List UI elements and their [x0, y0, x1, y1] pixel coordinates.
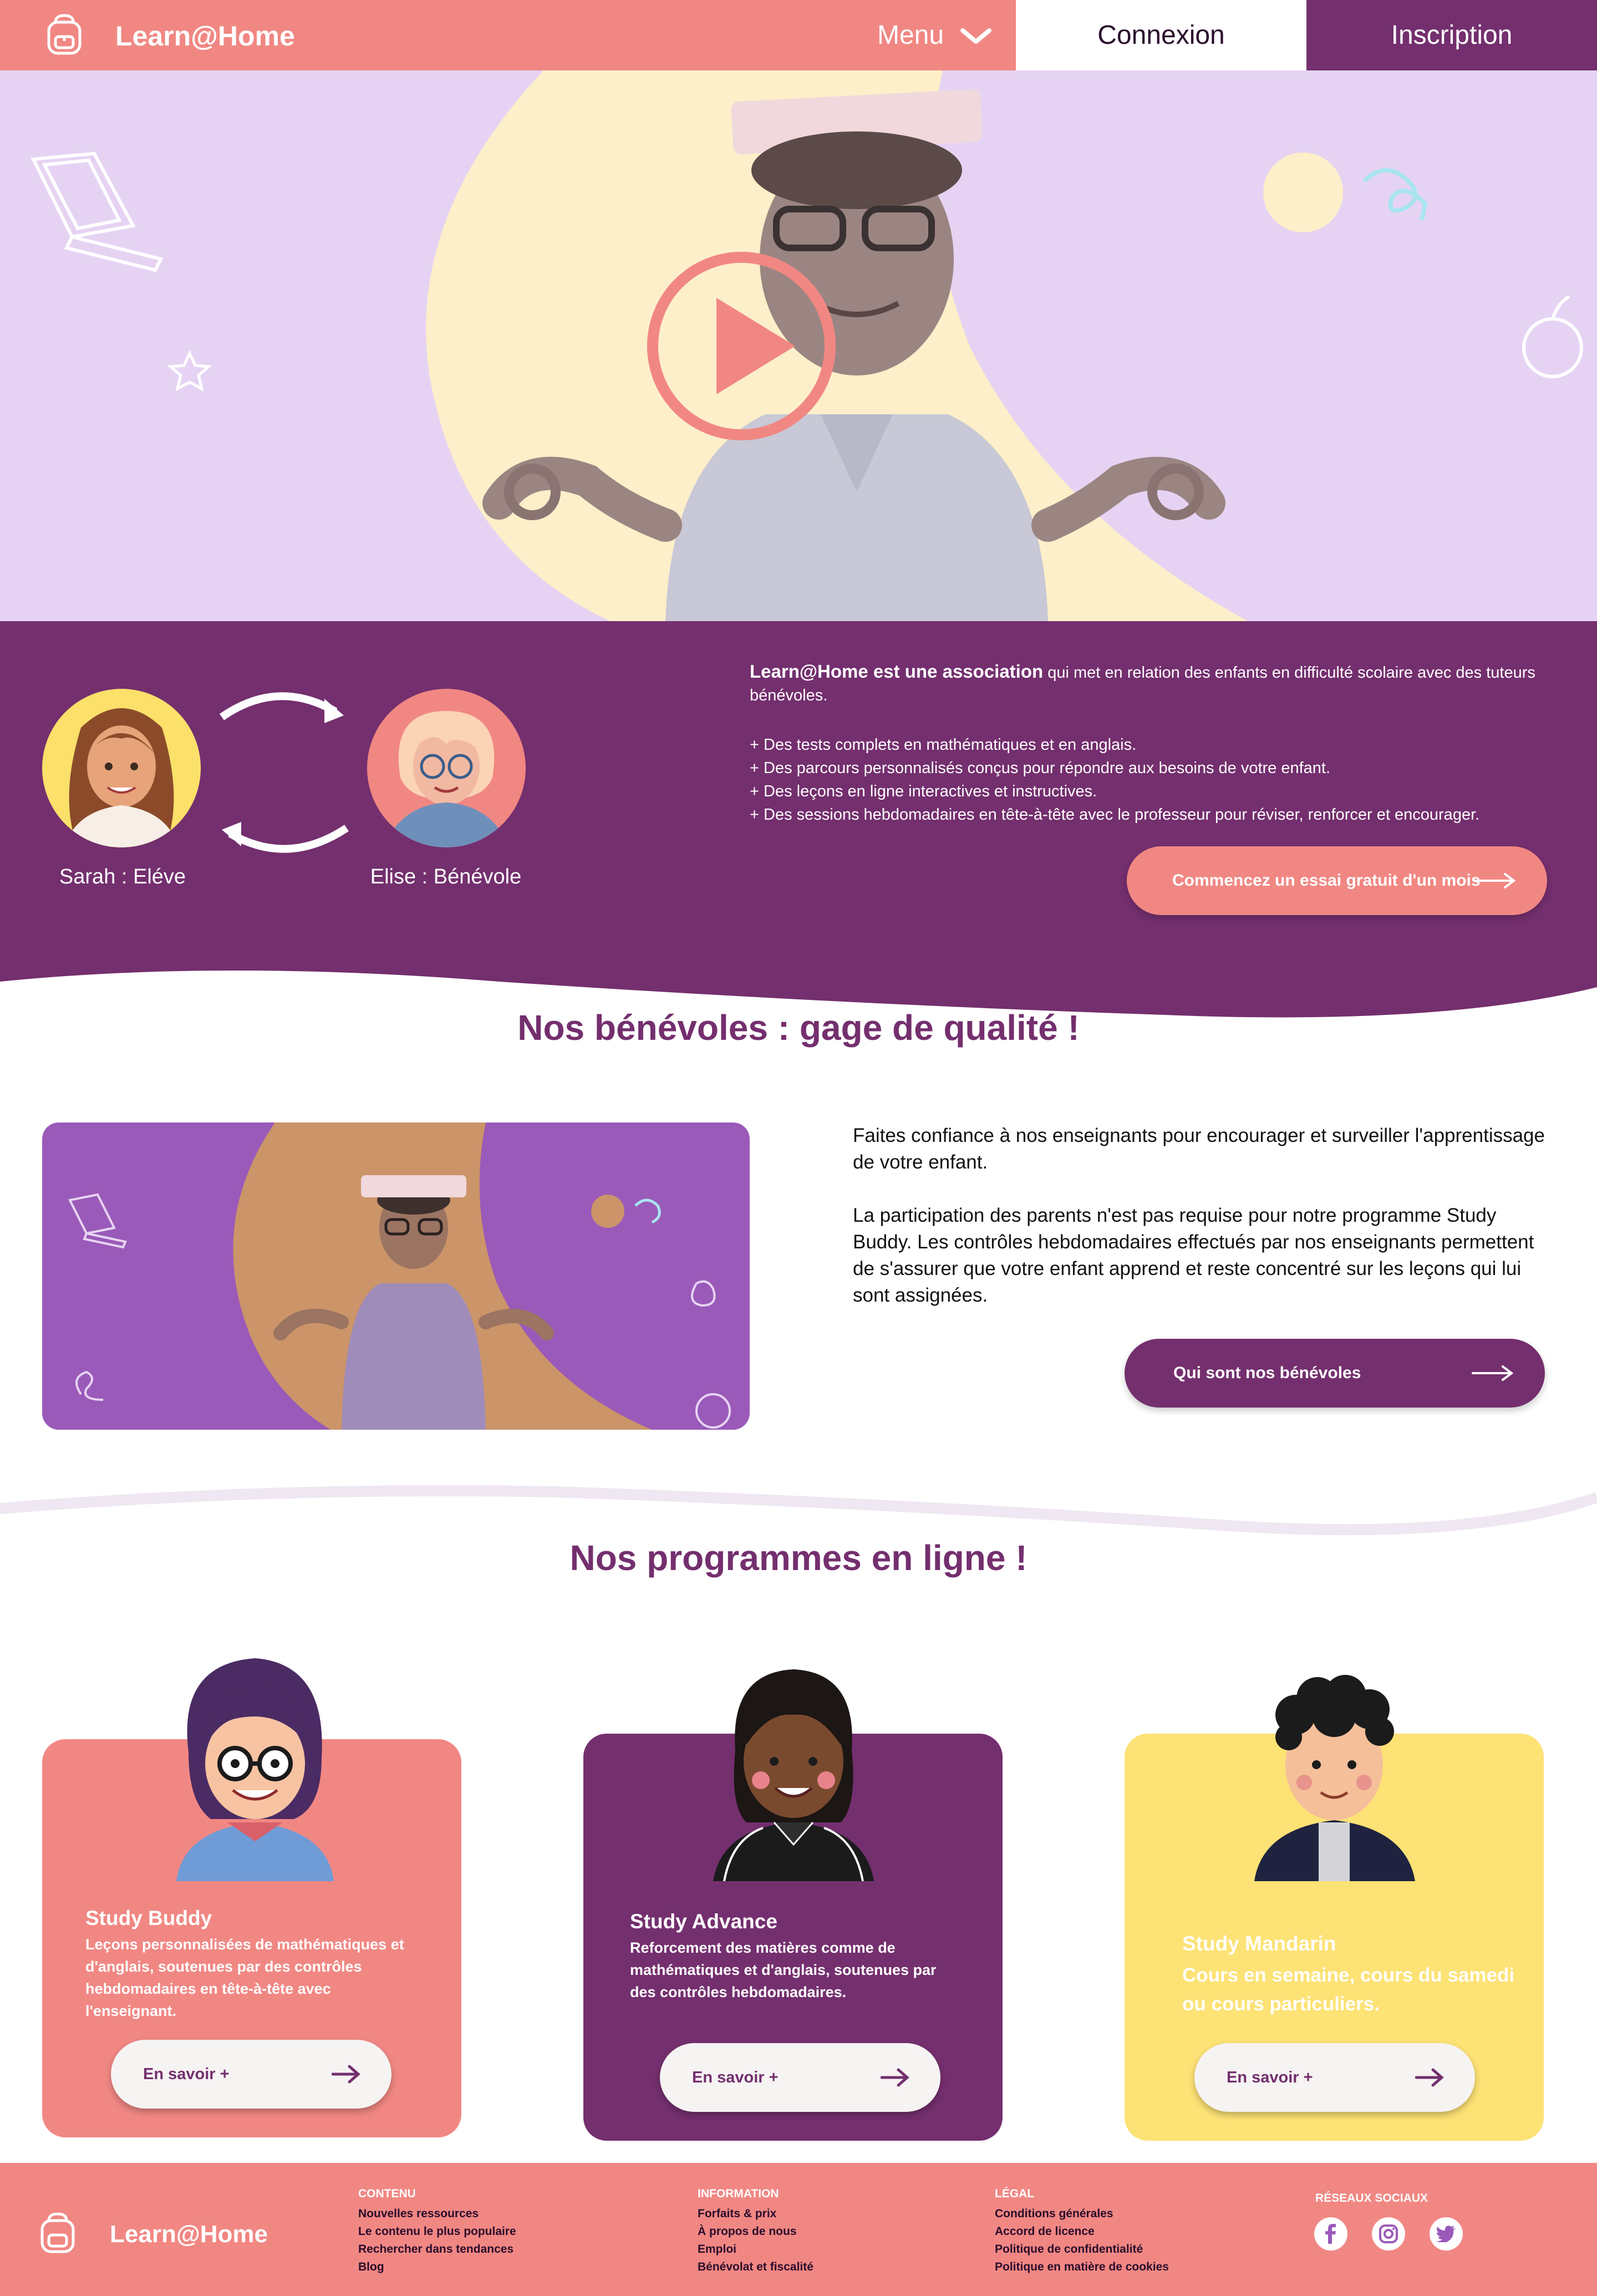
intro-description: Learn@Home est une association qui met e…: [750, 660, 1543, 707]
learn-more-button[interactable]: En savoir +: [111, 2040, 391, 2109]
backpack-logo-icon[interactable]: [37, 2211, 79, 2255]
boy-curly-avatar: [1254, 1675, 1415, 1881]
menu-label: Menu: [877, 21, 944, 50]
learn-more-label: En savoir +: [1227, 2068, 1313, 2086]
feature-item: + Des tests complets en mathématiques et…: [750, 736, 1137, 754]
program-description: Cours en semaine, cours du samedi ou cou…: [1182, 1964, 1515, 2015]
program-name: Study Buddy: [85, 1907, 212, 1929]
backpack-logo-icon[interactable]: [43, 12, 85, 57]
chevron-down-icon: [960, 28, 992, 44]
boy-braids-avatar: [713, 1669, 874, 1881]
learn-more-label: En savoir +: [692, 2068, 779, 2086]
play-icon[interactable]: [645, 250, 837, 442]
feature-item: + Des leçons en ligne interactives et in…: [750, 783, 1097, 800]
learn-more-label: En savoir +: [143, 2065, 230, 2083]
social-heading: RÉSEAUX SOCIAUX: [1315, 2192, 1428, 2204]
avatar-student: [42, 689, 201, 847]
volunteers-image: [42, 1122, 750, 1430]
footer-brand[interactable]: Learn@Home: [110, 2221, 268, 2248]
footer-link[interactable]: Le contenu le plus populaire: [358, 2223, 516, 2241]
arrow-right-icon: [1474, 873, 1516, 888]
volunteers-paragraph-2: La participation des parents n'est pas r…: [853, 1205, 1534, 1306]
footer-column-information: INFORMATION Forfaits & prix À propos de …: [698, 2187, 813, 2276]
feature-list: + Des tests complets en mathématiques et…: [750, 733, 1543, 826]
footer-link[interactable]: Accord de licence: [995, 2223, 1169, 2241]
arrow-right-icon: [881, 2068, 909, 2087]
volunteers-text: Faites confiance à nos enseignants pour …: [853, 1122, 1546, 1309]
learn-more-button[interactable]: En savoir +: [1194, 2043, 1475, 2112]
hero-video[interactable]: [0, 70, 1597, 621]
footer-heading: INFORMATION: [698, 2187, 779, 2200]
brand-name[interactable]: Learn@Home: [115, 20, 295, 52]
arrow-right-icon: [1472, 1365, 1514, 1381]
social-links: [1314, 2217, 1463, 2251]
footer-link[interactable]: Blog: [358, 2258, 516, 2276]
footer-column-content: CONTENU Nouvelles ressources Le contenu …: [358, 2187, 516, 2276]
footer-link[interactable]: Rechercher dans tendances: [358, 2241, 516, 2258]
footer-link[interactable]: Nouvelles ressources: [358, 2205, 516, 2223]
free-trial-label: Commencez un essai gratuit d'un mois: [1172, 871, 1481, 890]
who-are-volunteers-label: Qui sont nos bénévoles: [1173, 1364, 1361, 1382]
programs-title: Nos programmes en ligne !: [569, 1538, 1028, 1578]
volunteers-title: Nos bénévoles : gage de qualité !: [517, 1008, 1080, 1048]
login-button[interactable]: Connexion: [1016, 0, 1306, 70]
student-caption: Sarah : Eléve: [59, 865, 186, 888]
volunteer-caption: Elise : Bénévole: [370, 865, 522, 888]
learn-more-button[interactable]: En savoir +: [660, 2043, 940, 2112]
exchange-arrows-icon: [219, 692, 349, 853]
footer-link[interactable]: Bénévolat et fiscalité: [698, 2258, 813, 2276]
footer-link[interactable]: Politique en matière de cookies: [995, 2258, 1169, 2276]
volunteers-paragraph-1: Faites confiance à nos enseignants pour …: [853, 1125, 1545, 1173]
footer-heading: LÉGAL: [995, 2187, 1035, 2200]
program-description: Reforcement des matières comme de mathém…: [630, 1939, 937, 2000]
footer-link[interactable]: À propos de nous: [698, 2223, 813, 2241]
program-name: Study Advance: [630, 1910, 777, 1933]
footer-heading: CONTENU: [358, 2187, 416, 2200]
footer-link[interactable]: Forfaits & prix: [698, 2205, 813, 2223]
footer-link[interactable]: Politique de confidentialité: [995, 2241, 1169, 2258]
menu-button[interactable]: Menu: [854, 0, 1015, 70]
avatar-volunteer: [367, 689, 526, 847]
feature-item: + Des sessions hebdomadaires en tête-à-t…: [750, 806, 1480, 824]
arrow-right-icon: [1415, 2068, 1444, 2087]
instagram-icon[interactable]: [1372, 2217, 1405, 2251]
facebook-icon[interactable]: [1314, 2217, 1347, 2251]
signup-button[interactable]: Inscription: [1306, 0, 1597, 70]
laptop-doodle: [30, 151, 164, 272]
twitter-icon[interactable]: [1430, 2217, 1463, 2251]
program-name: Study Mandarin: [1182, 1932, 1336, 1955]
intro-lead-bold: Learn@Home est une association: [750, 661, 1044, 682]
arrow-right-icon: [332, 2065, 360, 2084]
program-description: Leçons personnalisées de mathématiques e…: [85, 1936, 404, 2019]
site-header: Learn@Home Menu Connexion Inscription: [0, 0, 1597, 70]
who-are-volunteers-button[interactable]: Qui sont nos bénévoles: [1125, 1339, 1545, 1408]
girl-avatar: [176, 1658, 334, 1881]
free-trial-button[interactable]: Commencez un essai gratuit d'un mois: [1127, 846, 1547, 915]
footer-link[interactable]: Conditions générales: [995, 2205, 1169, 2223]
feature-item: + Des parcours personnalisés conçus pour…: [750, 759, 1331, 777]
site-footer: Learn@Home CONTENU Nouvelles ressources …: [0, 2163, 1597, 2296]
footer-link[interactable]: Emploi: [698, 2241, 813, 2258]
footer-column-legal: LÉGAL Conditions générales Accord de lic…: [995, 2187, 1169, 2276]
